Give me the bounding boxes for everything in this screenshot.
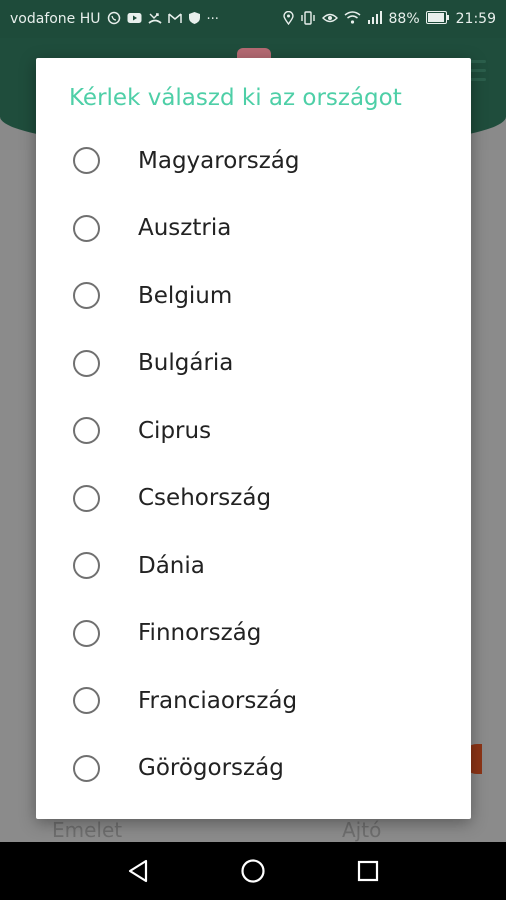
dialog-title: Kérlek válaszd ki az országot — [69, 85, 402, 111]
vibrate-icon — [300, 10, 316, 28]
signal-icon — [367, 11, 383, 27]
country-option[interactable]: Belgium — [36, 262, 471, 330]
vpn-shield-icon — [188, 11, 201, 28]
country-label: Görögország — [138, 755, 284, 782]
system-nav-bar — [0, 842, 506, 900]
radio-button[interactable] — [73, 754, 100, 782]
recents-button[interactable] — [348, 851, 388, 891]
country-label: Dánia — [138, 552, 205, 579]
country-option-list: Magyarország Ausztria Belgium Bulgária C… — [36, 127, 471, 802]
battery-icon — [425, 11, 450, 27]
radio-button[interactable] — [73, 147, 100, 175]
radio-button[interactable] — [73, 619, 100, 647]
home-button[interactable] — [233, 851, 273, 891]
country-option[interactable]: Görögország — [36, 735, 471, 803]
carrier-name: vodafone HU — [10, 11, 101, 27]
radio-button[interactable] — [73, 349, 100, 377]
radio-button[interactable] — [73, 214, 100, 242]
country-option[interactable]: Finnország — [36, 600, 471, 668]
country-option[interactable]: Csehország — [36, 465, 471, 533]
recents-icon — [358, 860, 379, 882]
radio-button[interactable] — [73, 687, 100, 715]
country-option[interactable]: Ausztria — [36, 195, 471, 263]
viber-icon — [107, 11, 121, 28]
country-label: Csehország — [138, 485, 272, 512]
back-button[interactable] — [118, 851, 158, 891]
country-option[interactable]: Magyarország — [36, 127, 471, 195]
wifi-icon — [344, 11, 361, 27]
country-label: Bulgária — [138, 350, 234, 377]
battery-percent: 88% — [388, 11, 420, 27]
country-label: Franciaország — [138, 687, 298, 714]
radio-button[interactable] — [73, 552, 100, 580]
country-option[interactable]: Bulgária — [36, 330, 471, 398]
radio-button[interactable] — [73, 417, 100, 445]
back-icon — [128, 859, 147, 883]
missed-call-icon — [147, 11, 162, 28]
door-label: Ajtó — [342, 818, 382, 842]
clock: 21:59 — [455, 11, 496, 27]
country-label: Magyarország — [138, 147, 300, 174]
country-label: Ciprus — [138, 417, 212, 444]
country-label: Belgium — [138, 282, 233, 309]
country-option[interactable]: Franciaország — [36, 667, 471, 735]
country-option[interactable]: Ciprus — [36, 397, 471, 465]
youtube-icon — [127, 12, 142, 27]
radio-button[interactable] — [73, 484, 100, 512]
eye-comfort-icon — [321, 11, 338, 28]
location-icon — [282, 10, 294, 28]
floor-label: Emelet — [52, 818, 123, 842]
more-dots-icon: ··· — [206, 11, 219, 27]
status-bar: vodafone HU ··· 88% 21:59 — [0, 0, 506, 38]
country-label: Finnország — [138, 620, 262, 647]
app-logo — [237, 48, 271, 58]
country-option[interactable]: Dánia — [36, 532, 471, 600]
radio-button[interactable] — [73, 282, 100, 310]
mail-icon — [167, 12, 182, 27]
country-label: Ausztria — [138, 215, 232, 242]
home-icon — [241, 859, 265, 883]
country-picker-dialog: Kérlek válaszd ki az országot Magyarorsz… — [36, 58, 471, 819]
